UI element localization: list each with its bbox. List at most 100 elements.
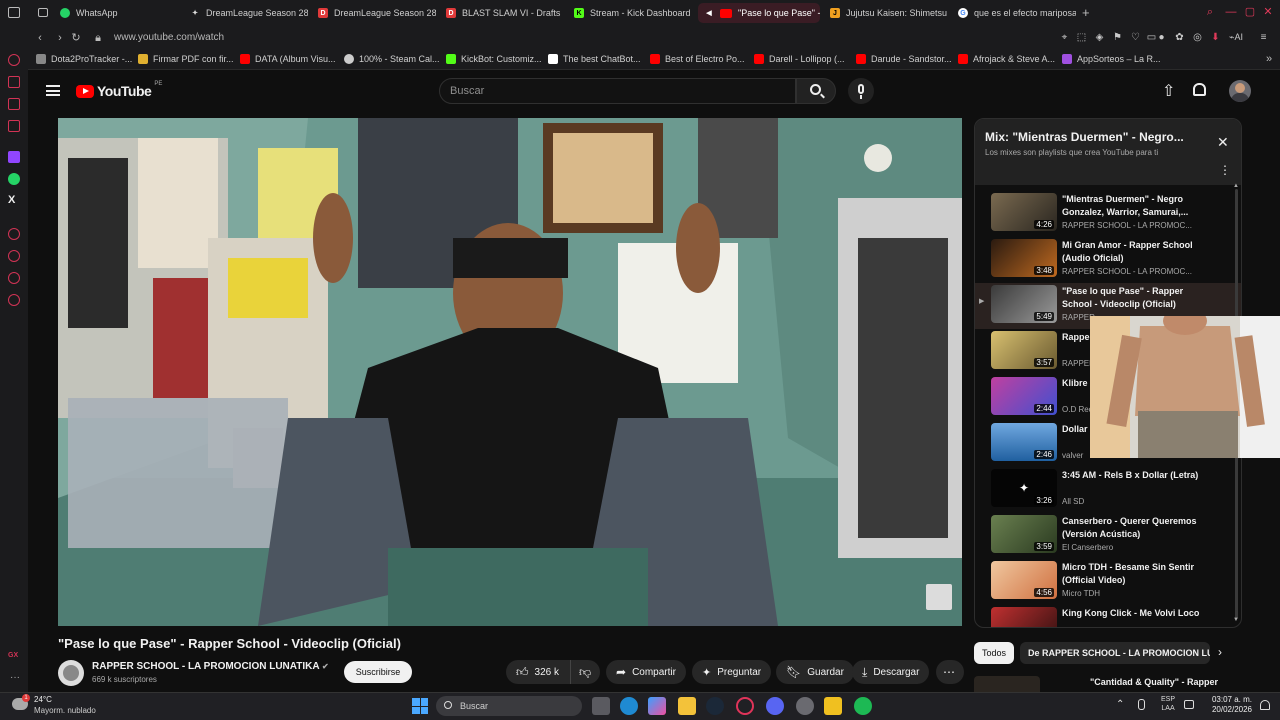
search-tabs-icon[interactable]: ⌕: [1204, 6, 1216, 18]
extensions-icon[interactable]: ✿: [1174, 32, 1185, 43]
sidepanel-icon-5[interactable]: [8, 228, 20, 240]
more-icon[interactable]: ···: [10, 672, 20, 683]
bookmark-item[interactable]: Afrojack & Steve A...: [958, 54, 1055, 64]
channel-name[interactable]: RAPPER SCHOOL - LA PROMOCION LUNATIKA ✔: [92, 661, 329, 672]
scroll-up-icon[interactable]: ▲: [1233, 183, 1239, 189]
hamburger-menu-icon[interactable]: [46, 85, 60, 96]
chevron-right-icon[interactable]: ›: [1218, 645, 1222, 659]
history-icon[interactable]: [8, 250, 20, 262]
tab-jujutsu-kaisen[interactable]: J Jujutsu Kaisen: Shimetsu: [824, 3, 948, 23]
bookmark-item[interactable]: Firmar PDF con fir...: [138, 54, 234, 64]
playlist-item[interactable]: 3:48 Mi Gran Amor - Rapper School (Audio…: [975, 237, 1241, 283]
bookmark-item[interactable]: The best ChatBot...: [548, 54, 641, 64]
pin-page-icon[interactable]: ⌖: [1059, 32, 1070, 43]
x-twitter-icon[interactable]: X: [8, 194, 15, 206]
ask-button[interactable]: ✦ Preguntar: [692, 660, 772, 684]
upload-icon[interactable]: ⇧: [1162, 81, 1175, 101]
save-button[interactable]: 🔖︎ Guardar: [776, 660, 854, 684]
avatar[interactable]: [1229, 80, 1251, 102]
channel-avatar[interactable]: [58, 660, 84, 686]
minimize-icon[interactable]: —: [1225, 6, 1237, 18]
sidebar-toggle-icon[interactable]: [8, 7, 20, 18]
download-button[interactable]: ⤓ Descargar: [852, 660, 930, 684]
bookmark-item[interactable]: Darude - Sandstor...: [856, 54, 952, 64]
sidepanel-icon-4[interactable]: [8, 120, 20, 132]
taskbar-search-input[interactable]: Buscar: [436, 696, 582, 716]
bookmark-page-icon[interactable]: ⚑: [1112, 32, 1123, 43]
sidepanel-icon-2[interactable]: [8, 76, 20, 88]
microphone-tray-icon[interactable]: [1138, 699, 1145, 710]
editor-icon[interactable]: [824, 697, 842, 715]
playlist-title[interactable]: Mix: "Mientras Duermen" - Negro...: [985, 130, 1184, 144]
back-icon[interactable]: ‹: [34, 32, 46, 44]
settings-gear-icon[interactable]: [796, 697, 814, 715]
task-view-icon[interactable]: [592, 697, 610, 715]
dislike-button[interactable]: 👎︎: [570, 660, 600, 684]
new-tab-icon[interactable]: +: [1082, 5, 1090, 20]
scroll-down-icon[interactable]: ▼: [1233, 617, 1239, 623]
sidepanel-icon-1[interactable]: [8, 54, 20, 66]
screenshot-icon[interactable]: ⬚: [1076, 32, 1087, 43]
playlist-item[interactable]: ✦ 3:26 3:45 AM - Rels B x Dollar (Letra) …: [975, 467, 1241, 513]
tab-active-youtube[interactable]: ◀ "Pase lo que Pase" - R: [698, 3, 820, 23]
url-field[interactable]: www.youtube.com/watch: [114, 32, 224, 43]
playlist-item[interactable]: King Kong Click - Me Volvi Loco: [975, 605, 1241, 627]
tab-dreamleague-2[interactable]: D DreamLeague Season 28: [312, 3, 436, 23]
search-button[interactable]: [796, 78, 836, 104]
subscribe-button[interactable]: Suscribirse: [344, 661, 412, 683]
close-window-icon[interactable]: ✕: [1262, 6, 1274, 18]
tab-overview-icon[interactable]: [38, 8, 48, 17]
video-player[interactable]: [58, 118, 962, 626]
tab-whatsapp[interactable]: WhatsApp: [54, 3, 174, 23]
camera-icon[interactable]: ◎: [1192, 32, 1203, 43]
playlist-item[interactable]: 4:56 Micro TDH - Besame Sin Sentir (Offi…: [975, 559, 1241, 605]
share-button[interactable]: ➦ Compartir: [606, 660, 686, 684]
tab-dreamleague-1[interactable]: ✦ DreamLeague Season 28: [184, 3, 308, 23]
vpn-icon[interactable]: ◈: [1094, 32, 1105, 43]
settings-icon[interactable]: [8, 294, 20, 306]
playlist-item[interactable]: 4:26 "Mientras Duermen" - Negro Gonzalez…: [975, 191, 1241, 237]
close-playlist-icon[interactable]: ✕: [1217, 134, 1229, 151]
spotify-icon[interactable]: [854, 697, 872, 715]
copilot-icon[interactable]: [648, 697, 666, 715]
bookmark-item[interactable]: 100% - Steam Cal...: [344, 54, 440, 64]
opera-gx-icon[interactable]: [736, 697, 754, 715]
theme-icon[interactable]: ●: [1156, 32, 1167, 43]
menu-icon[interactable]: ≡: [1258, 32, 1269, 43]
tab-kick-dashboard[interactable]: K Stream - Kick Dashboard: [568, 3, 692, 23]
tab-google-search[interactable]: G que es el efecto mariposa: [952, 3, 1076, 23]
notifications-icon[interactable]: [1260, 700, 1270, 710]
keyboard-language[interactable]: ESP LAA: [1161, 695, 1175, 713]
bookmark-item[interactable]: AppSorteos – La R...: [1062, 54, 1161, 64]
forward-icon[interactable]: ›: [54, 32, 66, 44]
more-actions-button[interactable]: ⋯: [936, 660, 964, 684]
next-video-thumbnail[interactable]: [974, 676, 1040, 692]
bookmark-item[interactable]: DATA (Album Visu...: [240, 54, 336, 64]
gx-icon[interactable]: GX: [8, 652, 18, 659]
whatsapp-icon[interactable]: [8, 173, 20, 185]
heart-icon[interactable]: ♡: [1130, 32, 1141, 43]
sidepanel-icon-6[interactable]: [8, 272, 20, 284]
aria-ai-icon[interactable]: ⌁AI: [1226, 32, 1246, 43]
bookmark-item[interactable]: Dota2ProTracker -...: [36, 54, 132, 64]
hidden-icons-chevron-icon[interactable]: ⌃: [1116, 699, 1124, 710]
maximize-icon[interactable]: ▢: [1244, 6, 1256, 18]
speaker-icon[interactable]: ◀: [704, 8, 714, 18]
twitch-icon[interactable]: [8, 151, 20, 163]
chip-all[interactable]: Todos: [974, 642, 1015, 664]
chip-from-channel[interactable]: De RAPPER SCHOOL - LA PROMOCION LU: [1020, 642, 1210, 664]
search-input[interactable]: Buscar: [439, 78, 796, 104]
clock[interactable]: 03:07 a. m. 20/02/2026: [1198, 695, 1252, 715]
weather-description[interactable]: Mayorm. nublado: [34, 706, 96, 715]
sidepanel-icon-3[interactable]: [8, 98, 20, 110]
steam-icon[interactable]: [706, 697, 724, 715]
like-button[interactable]: 👍︎ 326 k: [506, 660, 570, 684]
youtube-logo[interactable]: YouTube PE: [76, 81, 162, 99]
playlist-item[interactable]: 3:59 Canserbero - Querer Queremos (Versi…: [975, 513, 1241, 559]
next-video-title[interactable]: "Cantidad & Quality" - Rapper: [1090, 677, 1218, 687]
file-explorer-icon[interactable]: [678, 697, 696, 715]
notifications-bell-icon[interactable]: [1193, 83, 1206, 96]
bookmark-item[interactable]: KickBot: Customiz...: [446, 54, 542, 64]
bookmark-item[interactable]: Darell - Lollipop (...: [754, 54, 845, 64]
playlist-menu-icon[interactable]: ⋮: [1219, 163, 1231, 177]
